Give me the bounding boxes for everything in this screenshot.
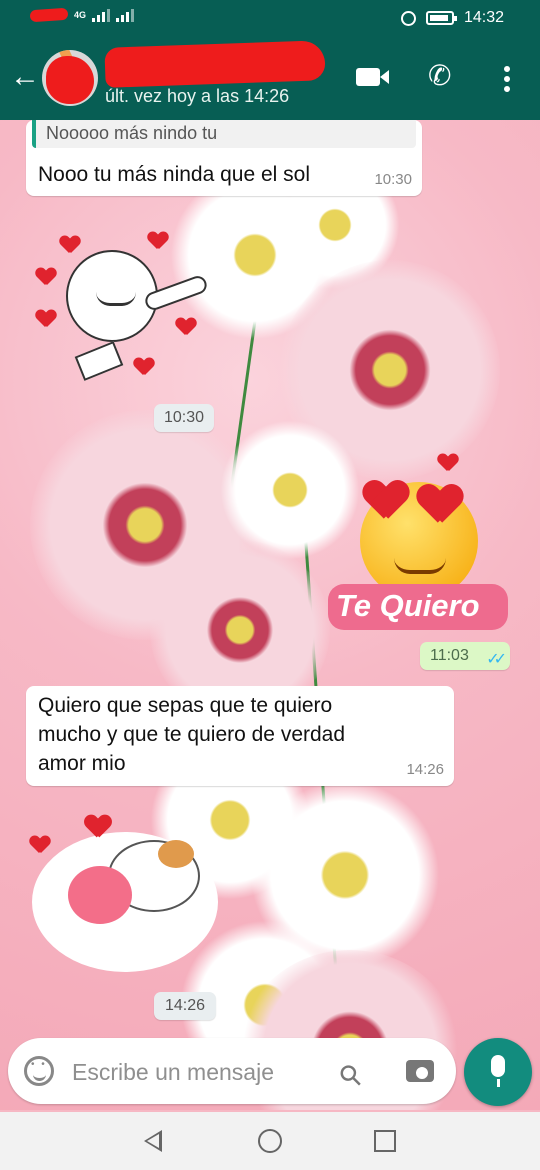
- attach-icon[interactable]: ⚲: [332, 1050, 374, 1093]
- message-time: 10:30: [374, 171, 412, 188]
- heart-icon: [148, 232, 168, 250]
- heart-icon: [85, 815, 111, 838]
- last-seen-status: últ. vez hoy a las 14:26: [105, 86, 290, 106]
- redaction-mark: [29, 7, 69, 23]
- network-type: 4G: [74, 10, 87, 20]
- heart-eye-icon: [364, 481, 408, 521]
- heart-icon: [438, 454, 458, 472]
- more-options-icon[interactable]: [504, 66, 510, 96]
- contact-name-redaction[interactable]: [104, 40, 326, 88]
- status-time: 14:32: [463, 9, 504, 26]
- heart-icon: [134, 358, 154, 376]
- message-input[interactable]: [72, 1056, 332, 1088]
- incoming-message-bubble[interactable]: Quiero que sepas que te quiero mucho y q…: [26, 686, 454, 786]
- status-right: 14:32: [400, 9, 504, 27]
- ghost-face-icon: [66, 250, 158, 342]
- avatar-redaction: [46, 56, 94, 104]
- nav-back-icon[interactable]: [144, 1130, 162, 1152]
- phone-call-icon[interactable]: ✆: [428, 62, 451, 90]
- back-arrow-icon[interactable]: ←: [10, 62, 40, 92]
- message-line: Quiero que sepas que te quiero: [38, 694, 333, 717]
- chat-header: ← últ. vez hoy a las 14:26 ✆: [0, 36, 540, 120]
- emoji-icon[interactable]: [24, 1056, 54, 1086]
- message-time: 14:26: [406, 761, 444, 778]
- heart-eye-icon: [418, 485, 462, 525]
- incoming-message-bubble[interactable]: Nooooo más nindo tu Nooo tu más ninda qu…: [26, 120, 422, 196]
- chat-area[interactable]: Nooooo más nindo tu Nooo tu más ninda qu…: [0, 120, 540, 1110]
- battery-icon: [425, 11, 457, 25]
- composer-bar: ⚲: [0, 1030, 540, 1112]
- microphone-icon: [491, 1055, 505, 1087]
- system-nav-bar: [0, 1112, 540, 1170]
- heart-icon: [30, 836, 50, 854]
- ghost-heart-sticker[interactable]: [32, 228, 222, 388]
- camera-icon[interactable]: [406, 1060, 434, 1082]
- message-text: Nooo tu más ninda que el sol: [38, 163, 311, 186]
- card-icon: [74, 341, 124, 381]
- video-call-icon[interactable]: [356, 68, 389, 86]
- status-bar: 4G 14:32: [0, 0, 540, 36]
- heart-icon: [176, 318, 196, 336]
- status-left: 4G: [29, 7, 135, 23]
- big-heart-icon: [68, 866, 132, 924]
- message-line: mucho y que te quiero de verdad: [38, 723, 346, 746]
- te-quiero-sticker[interactable]: Te Quiero: [326, 450, 514, 640]
- message-composer[interactable]: ⚲: [8, 1038, 456, 1104]
- cat-hearts-sticker[interactable]: [28, 810, 228, 980]
- signal-icon-2: [116, 8, 135, 22]
- signal-icon: [92, 8, 111, 22]
- reply-quote[interactable]: Nooooo más nindo tu: [32, 120, 416, 148]
- reply-quote-text: Nooooo más nindo tu: [46, 123, 218, 143]
- sticker-time: 11:03: [430, 647, 469, 664]
- heart-icon: [36, 268, 56, 286]
- nav-home-icon[interactable]: [258, 1129, 282, 1153]
- heart-icon: [36, 310, 56, 328]
- read-ticks-icon: ✓✓: [486, 651, 507, 668]
- nav-recents-icon[interactable]: [374, 1130, 396, 1152]
- voice-message-button[interactable]: [464, 1038, 532, 1106]
- message-line: amor mio: [38, 752, 126, 775]
- heart-icon: [60, 236, 80, 254]
- alarm-icon: [400, 10, 416, 26]
- sticker-time: 10:30: [154, 404, 214, 432]
- sticker-caption: Te Quiero: [336, 588, 480, 623]
- sticker-time: 14:26: [154, 992, 216, 1020]
- outgoing-sticker-status: 11:03 ✓✓: [420, 642, 510, 670]
- contact-avatar[interactable]: [42, 50, 98, 106]
